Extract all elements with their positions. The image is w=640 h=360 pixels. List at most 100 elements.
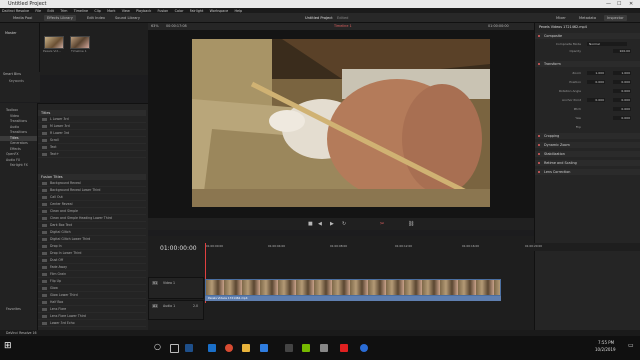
- tree-video-transitions[interactable]: Video Transitions: [0, 114, 37, 125]
- zoom-x[interactable]: 1.000: [587, 71, 605, 75]
- opacity-value[interactable]: 100.00: [613, 49, 631, 53]
- fusion-title-item[interactable]: Lower 3rd Echo: [38, 320, 146, 327]
- fusion-title-item[interactable]: Call Out: [38, 194, 146, 201]
- dynamic-zoom-section[interactable]: Dynamic Zoom: [535, 142, 640, 148]
- app-icon[interactable]: [360, 344, 368, 352]
- fusion-title-item[interactable]: Glow: [38, 285, 146, 292]
- title-item[interactable]: M Lower 3rd: [38, 123, 146, 130]
- tree-audio-transitions[interactable]: Audio Transitions: [0, 125, 37, 136]
- lens-correction-section[interactable]: Lens Correction: [535, 169, 640, 175]
- yaw-row: Yaw 0.000: [535, 116, 640, 121]
- fusion-title-item[interactable]: Clean and Simple Heading Lower Third: [38, 215, 146, 222]
- composite-section[interactable]: Composite: [535, 33, 640, 39]
- fusion-title-item[interactable]: Half Box: [38, 299, 146, 306]
- anchor-x[interactable]: 0.000: [587, 98, 605, 102]
- timeline-thumbnail[interactable]: [70, 36, 90, 49]
- edit-index-button[interactable]: Edit Index: [84, 15, 108, 21]
- reverse-play-icon[interactable]: ◀: [318, 221, 322, 227]
- keywords-bin[interactable]: Keywords: [0, 76, 40, 83]
- fusion-title-item[interactable]: Lens Flare Lower Third: [38, 313, 146, 320]
- razor-tool-icon[interactable]: ✂: [380, 221, 384, 227]
- rotation-value[interactable]: 0.000: [613, 89, 631, 93]
- dynamic-zoom-label: Dynamic Zoom: [544, 143, 570, 147]
- fusion-title-item[interactable]: Film Grain: [38, 271, 146, 278]
- notification-icon[interactable]: ▭: [628, 342, 634, 349]
- fusion-title-item[interactable]: Drop In Lower Third: [38, 250, 146, 257]
- master-bin[interactable]: Master: [0, 23, 39, 35]
- loop-icon[interactable]: ↻: [342, 221, 346, 227]
- media-pool-button[interactable]: Media Pool: [10, 15, 35, 21]
- maximize-button[interactable]: ☐: [617, 1, 621, 7]
- app-icon[interactable]: [340, 344, 348, 352]
- fusion-title-item[interactable]: Flip Up: [38, 278, 146, 285]
- video-clip[interactable]: [205, 279, 501, 296]
- yaw-value[interactable]: 0.000: [613, 116, 631, 120]
- retime-section[interactable]: Retime and Scaling: [535, 160, 640, 166]
- composite-mode-select[interactable]: Normal: [587, 42, 627, 46]
- close-button[interactable]: ✕: [629, 1, 633, 7]
- transform-section[interactable]: Transform: [535, 61, 640, 67]
- app-icon[interactable]: [320, 344, 328, 352]
- edge-icon[interactable]: [208, 344, 216, 352]
- file-explorer-icon[interactable]: [242, 344, 250, 352]
- zoom-level[interactable]: 63%: [151, 24, 159, 28]
- fusion-title-item[interactable]: Center Reveal: [38, 201, 146, 208]
- cropping-label: Cropping: [544, 134, 560, 138]
- clip-thumbnail[interactable]: [44, 36, 64, 49]
- fusion-title-item[interactable]: Digital Glitch Lower Third: [38, 236, 146, 243]
- audio-track-id[interactable]: A1: [152, 304, 159, 308]
- video-clip-label: Pexels Videos 1721462.mp4: [205, 296, 501, 301]
- link-icon[interactable]: ⛓: [408, 221, 414, 227]
- davinci-resolve-icon[interactable]: [185, 344, 193, 352]
- zoom-y[interactable]: 1.000: [613, 71, 631, 75]
- video-track-id[interactable]: V1: [152, 281, 159, 285]
- fusion-title-item[interactable]: Fade Away: [38, 264, 146, 271]
- mail-icon[interactable]: [260, 344, 268, 352]
- video-frame[interactable]: [192, 39, 490, 207]
- position-y[interactable]: 0.000: [613, 80, 631, 84]
- fusion-title-item[interactable]: Glow Lower Third: [38, 292, 146, 299]
- position-x[interactable]: 0.000: [587, 80, 605, 84]
- effects-library-button[interactable]: Effects Library: [44, 15, 76, 21]
- anchor-y[interactable]: 0.000: [613, 98, 631, 102]
- task-view-icon[interactable]: [170, 344, 179, 353]
- stabilization-section[interactable]: Stabilization: [535, 151, 640, 157]
- play-icon[interactable]: ▶: [330, 221, 334, 227]
- clock-time[interactable]: 7:55 PM: [598, 340, 614, 345]
- fusion-title-item[interactable]: Lens Flare: [38, 306, 146, 313]
- title-item[interactable]: Scroll: [38, 137, 146, 144]
- window-title: Untitled Project: [8, 1, 47, 7]
- fusion-title-item[interactable]: Clean and Simple: [38, 208, 146, 215]
- title-item[interactable]: R Lower 3rd: [38, 130, 146, 137]
- search-icon[interactable]: ○: [154, 342, 161, 351]
- nvidia-icon[interactable]: [302, 344, 310, 352]
- fusion-title-item[interactable]: Digital Glitch: [38, 229, 146, 236]
- cropping-section[interactable]: Cropping: [535, 133, 640, 139]
- calculator-icon[interactable]: [285, 344, 293, 352]
- timeline-selector[interactable]: Timeline 1: [334, 24, 352, 28]
- tree-fairlight-fx[interactable]: Fairlight FX: [0, 163, 37, 169]
- titles-list: Titles L Lower 3rd M Lower 3rd R Lower 3…: [38, 110, 146, 158]
- chrome-icon[interactable]: [225, 344, 233, 352]
- clock-date[interactable]: 10/2/2019: [595, 347, 616, 352]
- fusion-title-item[interactable]: Dark Box Text: [38, 222, 146, 229]
- fusion-title-item[interactable]: Background Reveal: [38, 180, 146, 187]
- title-item[interactable]: L Lower 3rd: [38, 116, 146, 123]
- pitch-value[interactable]: 0.000: [613, 107, 631, 111]
- stop-icon[interactable]: ■: [308, 221, 313, 227]
- media-pool-clips: Pexels Vid... Timeline 1: [40, 23, 148, 75]
- sound-library-button[interactable]: Sound Library: [112, 15, 143, 21]
- title-item[interactable]: Text: [38, 144, 146, 151]
- mixer-button[interactable]: Mixer: [553, 15, 569, 21]
- metadata-button[interactable]: Metadata: [576, 15, 599, 21]
- zoom-label: Zoom: [572, 71, 581, 75]
- title-item[interactable]: Text+: [38, 151, 146, 158]
- fusion-title-item[interactable]: Dust Off: [38, 257, 146, 264]
- windows-start-icon[interactable]: ⊞: [4, 341, 12, 351]
- inspector-button[interactable]: Inspector: [604, 15, 627, 21]
- minimize-button[interactable]: —: [606, 1, 611, 7]
- fusion-title-item[interactable]: Drop In: [38, 243, 146, 250]
- anchor-row: Anchor Point 0.000 0.000: [535, 98, 640, 103]
- timeline-ruler[interactable]: 01:00:00:00 01:00:04:00 01:00:08:00 01:0…: [200, 243, 640, 251]
- fusion-title-item[interactable]: Background Reveal Lower Third: [38, 187, 146, 194]
